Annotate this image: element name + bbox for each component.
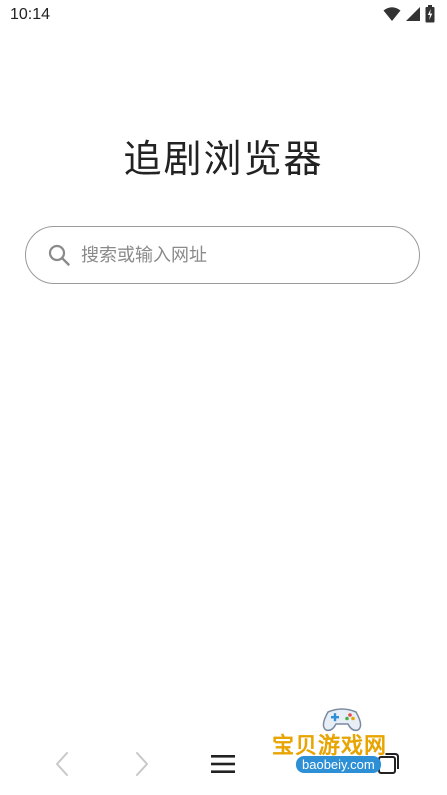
menu-button[interactable]	[203, 746, 243, 786]
bottom-nav	[0, 738, 447, 795]
chevron-left-icon	[54, 751, 70, 781]
windows-button[interactable]	[368, 746, 408, 786]
status-time: 10:14	[10, 6, 51, 23]
search-input[interactable]	[79, 243, 383, 267]
back-button[interactable]	[42, 746, 82, 786]
chevron-right-icon	[134, 751, 150, 781]
signal-icon	[405, 6, 421, 26]
search-icon	[47, 243, 71, 267]
gamepad-icon	[320, 706, 364, 736]
status-bar: 10:14	[0, 0, 447, 30]
status-icons	[383, 5, 435, 27]
wifi-icon	[383, 6, 401, 26]
page-title: 追剧浏览器	[123, 137, 324, 181]
search-bar[interactable]	[25, 226, 420, 284]
hamburger-menu-icon	[211, 754, 235, 778]
windows-icon	[376, 752, 400, 780]
forward-button[interactable]	[122, 746, 162, 786]
battery-charging-icon	[425, 5, 435, 27]
